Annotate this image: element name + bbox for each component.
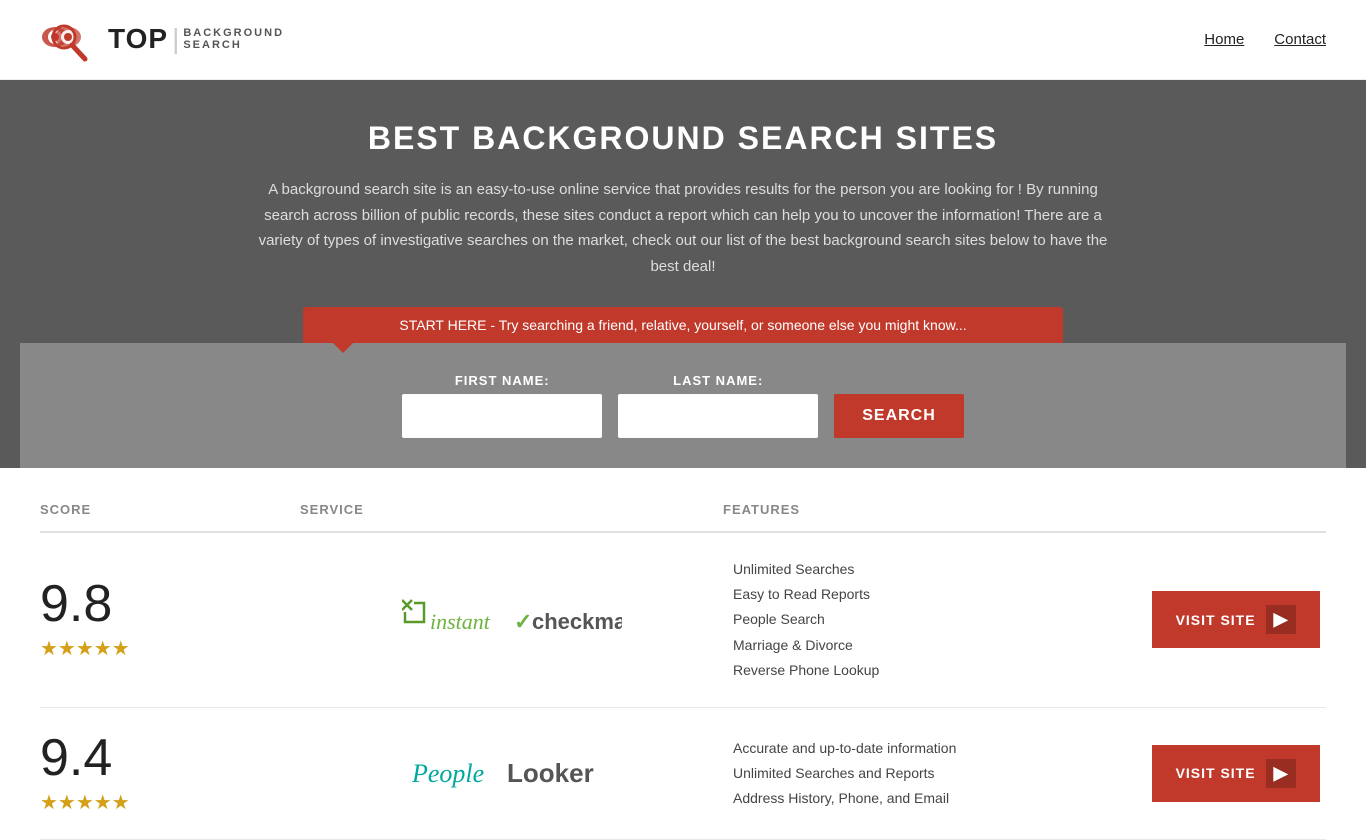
main-nav: Home Contact [1204,31,1326,48]
score-number-2: 9.4 [40,732,112,784]
table-header: SCORE SERVICE FEATURES [40,488,1326,533]
arrow-icon: ▶ [1266,759,1297,788]
search-form: FIRST NAME: LAST NAME: SEARCH [40,373,1326,438]
search-banner: START HERE - Try searching a friend, rel… [303,307,1063,343]
svg-text:People: People [412,759,484,788]
checkmate-logo: instant ✓ checkmate [402,595,622,645]
svg-text:Looker: Looker [507,758,594,788]
feature-item: Reverse Phone Lookup [733,658,1146,683]
feature-item: Unlimited Searches and Reports [733,761,1146,786]
nav-home[interactable]: Home [1204,31,1244,48]
col-features: FEATURES [723,502,1146,517]
logo-text: TOP | BACKGROUND SEARCH [108,24,284,55]
first-name-group: FIRST NAME: [402,373,602,438]
last-name-label: LAST NAME: [618,373,818,388]
search-button[interactable]: SEARCH [834,394,964,438]
logo-top-text: TOP [108,24,168,55]
last-name-group: LAST NAME: [618,373,818,438]
last-name-input[interactable] [618,394,818,438]
stars-1: ★★★★★ [40,636,130,661]
svg-text:instant: instant [430,609,491,634]
listing-row: 9.4 ★★★★★ People Looker Accurate and up-… [40,708,1326,840]
stars-2: ★★★★★ [40,790,130,815]
arrow-icon: ▶ [1266,605,1297,634]
logo-area: TOP | BACKGROUND SEARCH [40,15,284,65]
feature-item: Address History, Phone, and Email [733,786,1146,811]
visit-site-button-2[interactable]: VISIT SITE ▶ [1152,745,1321,802]
feature-item: Marriage & Divorce [733,633,1146,658]
hero-title: BEST BACKGROUND SEARCH SITES [20,120,1346,157]
hero-description: A background search site is an easy-to-u… [253,177,1113,279]
service-area-2: People Looker [300,746,723,801]
features-area-2: Accurate and up-to-date information Unli… [723,736,1146,812]
service-area-1: instant ✓ checkmate [300,595,723,645]
col-score: SCORE [40,502,300,517]
svg-text:checkmate: checkmate [532,609,622,634]
peoplelooker-logo-svg: People Looker [412,746,612,796]
logo-sub-line1: BACKGROUND [183,27,284,39]
checkmate-logo-svg: instant ✓ checkmate [402,595,622,645]
feature-item: People Search [733,607,1146,632]
listings-table: SCORE SERVICE FEATURES 9.8 ★★★★★ [0,488,1366,840]
col-service: SERVICE [300,502,723,517]
svg-text:✓: ✓ [514,609,532,634]
hero-section: BEST BACKGROUND SEARCH SITES A backgroun… [0,80,1366,468]
feature-item: Easy to Read Reports [733,582,1146,607]
listing-row: 9.8 ★★★★★ instant ✓ [40,533,1326,708]
visit-area-2: VISIT SITE ▶ [1146,745,1326,802]
feature-item: Unlimited Searches [733,557,1146,582]
col-action [1146,502,1326,517]
header: TOP | BACKGROUND SEARCH Home Contact [0,0,1366,80]
features-area-1: Unlimited Searches Easy to Read Reports … [723,557,1146,683]
first-name-label: FIRST NAME: [402,373,602,388]
score-area-2: 9.4 ★★★★★ [40,732,300,815]
score-number-1: 9.8 [40,578,112,630]
visit-site-button-1[interactable]: VISIT SITE ▶ [1152,591,1321,648]
peoplelooker-logo: People Looker [412,746,612,801]
feature-item: Accurate and up-to-date information [733,736,1146,761]
logo-sub-line2: SEARCH [183,39,284,51]
logo-icon [40,15,100,65]
first-name-input[interactable] [402,394,602,438]
visit-area-1: VISIT SITE ▶ [1146,591,1326,648]
score-area-1: 9.8 ★★★★★ [40,578,300,661]
search-banner-text: START HERE - Try searching a friend, rel… [399,317,966,333]
search-form-area: FIRST NAME: LAST NAME: SEARCH [20,343,1346,468]
nav-contact[interactable]: Contact [1274,31,1326,48]
